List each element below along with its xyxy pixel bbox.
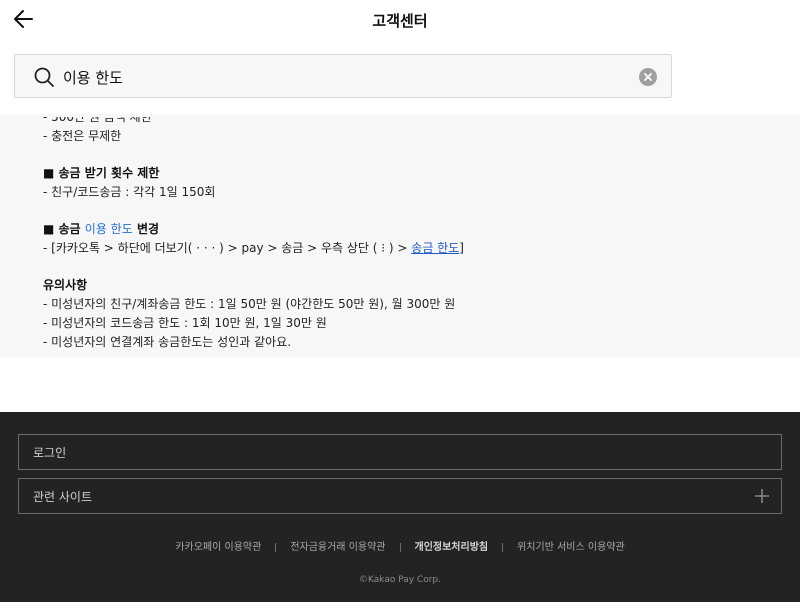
login-label: 로그인 xyxy=(33,446,67,460)
receive-limit-line: - 친구/코드송금 : 각각 1일 150회 xyxy=(43,185,216,199)
search-bar xyxy=(14,54,672,98)
copyright: ©Kakao Pay Corp. xyxy=(359,575,441,585)
close-icon xyxy=(644,73,652,81)
truncated-line: - 500만 원 금액 제한 xyxy=(43,114,152,124)
change-limit-title: ■ 송금 이용 한도 변경 xyxy=(43,220,783,239)
plus-icon xyxy=(755,489,769,503)
page-title: 고객센터 xyxy=(372,12,428,30)
search-input[interactable] xyxy=(61,63,625,91)
divider xyxy=(275,542,277,552)
related-sites-toggle[interactable]: 관련 사이트 xyxy=(18,478,782,514)
footer-link-privacy[interactable]: 개인정보처리방침 xyxy=(415,542,489,553)
send-limit-link[interactable]: 송금 한도 xyxy=(411,241,459,255)
notes-title: 유의사항 xyxy=(43,278,88,292)
change-title-suffix: 변경 xyxy=(132,222,160,236)
footer-links: 카카오페이 이용약관 전자금융거래 이용약관 개인정보처리방침 위치기반 서비스 이용… xyxy=(0,538,800,553)
clear-search-button[interactable] xyxy=(639,68,657,86)
path-suffix: ] xyxy=(459,241,464,255)
divider xyxy=(399,542,401,552)
change-title-prefix: ■ 송금 xyxy=(43,222,85,236)
search-highlight: 이용 한도 xyxy=(84,222,133,236)
footer: 로그인 관련 사이트 카카오페이 이용약관 전자금융거래 이용약관 개인정보처리방침… xyxy=(0,412,800,602)
app-header: 고객센터 xyxy=(0,0,800,40)
related-sites-label: 관련 사이트 xyxy=(33,490,93,504)
search-icon[interactable] xyxy=(33,66,55,88)
path-prefix: - [카카오톡 > 하단에 더보기( · · · ) > pay > 송금 > … xyxy=(43,241,412,255)
note-item: - 미성년자의 연결계좌 송금한도는 성인과 같아요. xyxy=(43,335,292,349)
note-item: - 미성년자의 코드송금 한도 : 1회 10만 원, 1일 30만 원 xyxy=(43,316,327,330)
footer-link-terms[interactable]: 카카오페이 이용약관 xyxy=(175,542,261,553)
note-item: - 미성년자의 친구/계좌송금 한도 : 1일 50만 원 (야간한도 50만 … xyxy=(43,297,456,311)
divider xyxy=(502,542,504,552)
footer-link-location-terms[interactable]: 위치기반 서비스 이용약관 xyxy=(517,542,625,553)
article-content: - 500만 원 금액 제한 - 충전은 무제한 ■ 송금 받기 횟수 제한 -… xyxy=(0,114,800,358)
charge-line: - 충전은 무제한 xyxy=(43,129,122,143)
footer-link-efinance-terms[interactable]: 전자금융거래 이용약관 xyxy=(290,542,385,553)
login-button[interactable]: 로그인 xyxy=(18,434,782,470)
change-limit-path: - [카카오톡 > 하단에 더보기( · · · ) > pay > 송금 > … xyxy=(43,239,783,258)
receive-limit-title: ■ 송금 받기 횟수 제한 xyxy=(43,166,160,180)
